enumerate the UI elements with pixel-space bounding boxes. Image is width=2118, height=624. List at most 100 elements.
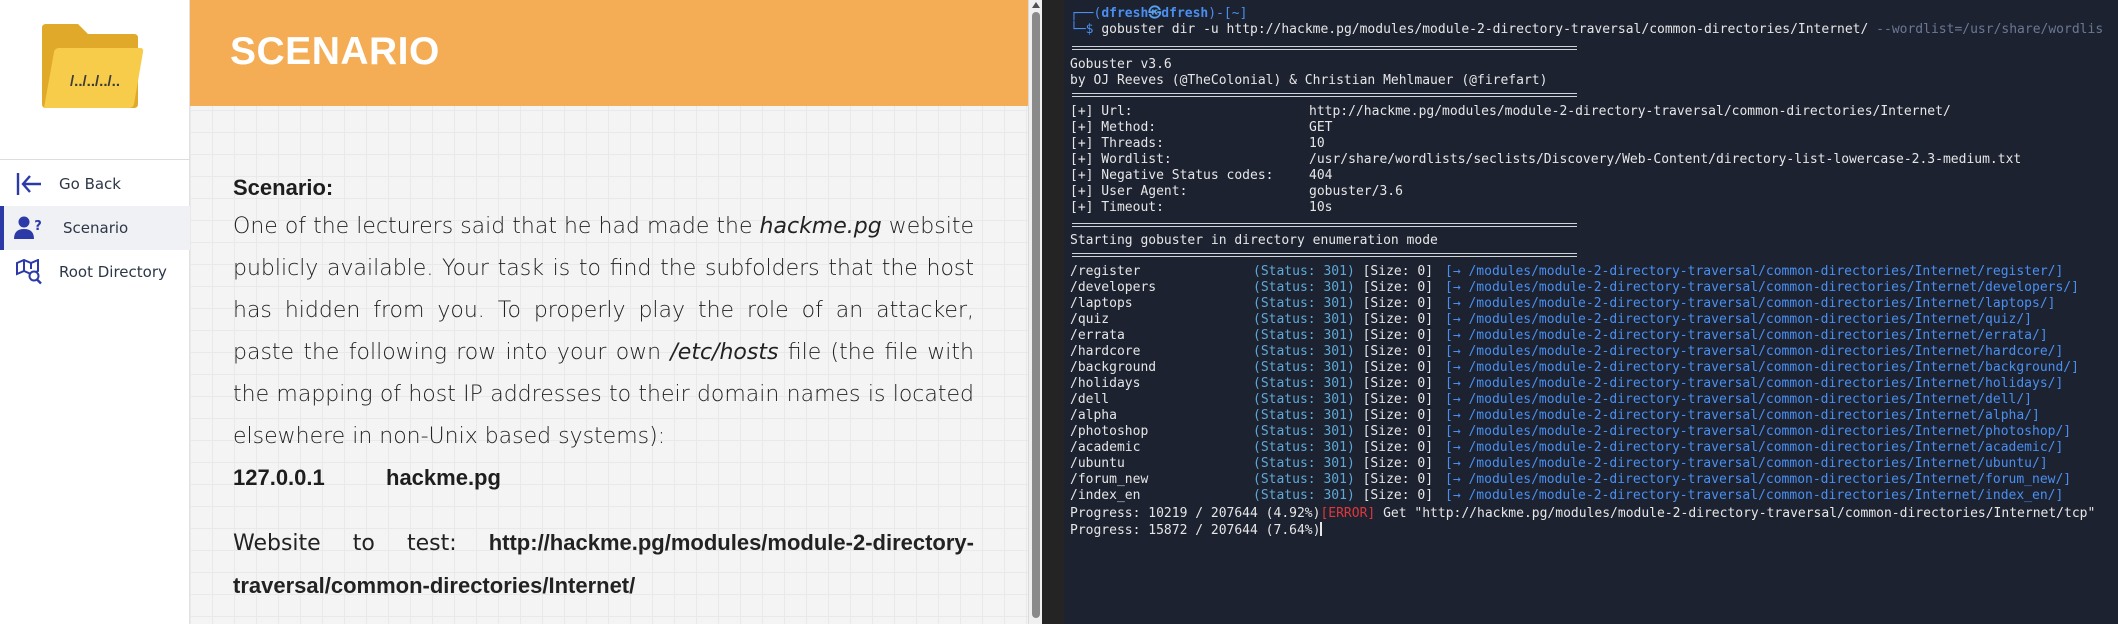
starting-message: Starting gobuster in directory enumerati… <box>1070 233 1438 248</box>
result-status: (Status: 301) [Size: 0] <box>1253 440 1434 455</box>
result-path: /alpha <box>1070 408 1117 423</box>
hosts-domain: hackme.pg <box>386 465 501 490</box>
config-row: [+] Method: GET <box>1070 120 1332 136</box>
scrollbar[interactable] <box>1028 0 1042 624</box>
result-row: /ubuntu (Status: 301) [Size: 0] [→ /module… <box>1070 456 2048 472</box>
sidebar-item-scenario[interactable]: ? Scenario <box>0 206 190 250</box>
map-search-icon <box>14 257 44 287</box>
result-path: /index_en <box>1070 488 1141 503</box>
progress-line: Progress: 15872 / 207644 (7.64%) <box>1070 522 1323 538</box>
config-key: [+] Negative Status codes: <box>1070 168 1274 183</box>
app-window: /../../../.. Go Back ? Scenario Root Dir… <box>0 0 1028 624</box>
scroll-thumb[interactable] <box>1032 12 1040 618</box>
result-row: /index_en (Status: 301) [Size: 0] [→ /modu… <box>1070 488 2063 504</box>
result-path: /register <box>1070 264 1141 279</box>
sidebar-item-go-back[interactable]: Go Back <box>0 162 190 206</box>
config-row: [+] User Agent: gobuster/3.6 <box>1070 184 1403 200</box>
progress-text: Progress: 15872 / 207644 (7.64%) <box>1070 523 1321 538</box>
page-title: SCENARIO <box>230 30 440 73</box>
result-path: /laptops <box>1070 296 1133 311</box>
result-redirect: [→ /modules/module-2-directory-traversal… <box>1445 424 2072 439</box>
svg-text:/../../../..: /../../../.. <box>70 73 120 90</box>
sidebar-item-label: Root Directory <box>59 263 167 281</box>
result-status: (Status: 301) [Size: 0] <box>1253 328 1434 343</box>
result-path: /photoshop <box>1070 424 1149 439</box>
result-path: /hardcore <box>1070 344 1141 359</box>
command-line: └─$ gobuster dir -u http://hackme.pg/mod… <box>1070 22 2103 38</box>
result-status: (Status: 301) [Size: 0] <box>1253 296 1434 311</box>
separator <box>1072 223 1577 227</box>
skull-icon: ㉿ <box>1148 6 1162 21</box>
result-row: /register (Status: 301) [Size: 0] [→ /modu… <box>1070 264 2063 280</box>
prompt-suffix: )-[~] <box>1208 6 1248 21</box>
result-redirect: [→ /modules/module-2-directory-traversal… <box>1445 280 2079 295</box>
config-value: 10s <box>1309 200 1333 215</box>
separator <box>1072 93 1577 97</box>
result-row: /errata (Status: 301) [Size: 0] [→ /module… <box>1070 328 2048 344</box>
window-divider <box>1042 0 1064 624</box>
prompt-user: dfresh <box>1101 6 1149 21</box>
result-status: (Status: 301) [Size: 0] <box>1253 360 1434 375</box>
config-row: [+] Url: http://hackme.pg/modules/module-… <box>1070 104 1951 120</box>
result-redirect: [→ /modules/module-2-directory-traversal… <box>1445 408 2040 423</box>
result-row: /developers (Status: 301) [Size: 0] [→ /mo… <box>1070 280 2079 296</box>
result-row: /academic (Status: 301) [Size: 0] [→ /modu… <box>1070 440 2063 456</box>
result-row: /hardcore (Status: 301) [Size: 0] [→ /modu… <box>1070 344 2063 360</box>
config-key: [+] Threads: <box>1070 136 1164 151</box>
command-wordlist: --wordlist=/usr/share/wordlis <box>1876 22 2104 37</box>
svg-text:?: ? <box>34 219 42 234</box>
error-text: Get "http://hackme.pg/modules/module-2-d… <box>1375 506 2096 521</box>
scroll-up-arrow-icon[interactable] <box>1032 2 1040 8</box>
prompt-arrow: └─$ <box>1070 22 1102 37</box>
result-redirect: [→ /modules/module-2-directory-traversal… <box>1445 360 2079 375</box>
result-status: (Status: 301) [Size: 0] <box>1253 376 1434 391</box>
sidebar-item-root-directory[interactable]: Root Directory <box>0 250 190 294</box>
result-path: /academic <box>1070 440 1141 455</box>
result-status: (Status: 301) [Size: 0] <box>1253 488 1434 503</box>
result-status: (Status: 301) [Size: 0] <box>1253 312 1434 327</box>
hosts-ip: 127.0.0.1 <box>233 465 325 490</box>
progress-text: Progress: 10219 / 207644 (4.92%) <box>1070 506 1321 521</box>
prompt-prefix: ┌──( <box>1070 6 1102 21</box>
config-row: [+] Threads: 10 <box>1070 136 1325 152</box>
result-path: /errata <box>1070 328 1125 343</box>
result-status: (Status: 301) [Size: 0] <box>1253 408 1434 423</box>
config-row: [+] Negative Status codes: 404 <box>1070 168 1332 184</box>
prompt-host: dfresh <box>1161 6 1209 21</box>
config-value: gobuster/3.6 <box>1309 184 1403 199</box>
config-row: [+] Wordlist: /usr/share/wordlists/seclis… <box>1070 152 2021 168</box>
result-row: /holidays (Status: 301) [Size: 0] [→ /modu… <box>1070 376 2063 392</box>
config-key: [+] Url: <box>1070 104 1133 119</box>
result-status: (Status: 301) [Size: 0] <box>1253 344 1434 359</box>
scenario-description: One of the lecturers said that he had ma… <box>233 206 974 458</box>
result-redirect: [→ /modules/module-2-directory-traversal… <box>1445 312 2033 327</box>
result-redirect: [→ /modules/module-2-directory-traversal… <box>1445 376 2064 391</box>
banner-authors: by OJ Reeves (@TheColonial) & Christian … <box>1070 73 1548 88</box>
result-redirect: [→ /modules/module-2-directory-traversal… <box>1445 440 2064 455</box>
config-value: http://hackme.pg/modules/module-2-direct… <box>1309 104 1951 119</box>
result-redirect: [→ /modules/module-2-directory-traversal… <box>1445 472 2072 487</box>
page-header: SCENARIO <box>190 0 1028 106</box>
config-key: [+] Timeout: <box>1070 200 1164 215</box>
result-status: (Status: 301) [Size: 0] <box>1253 264 1434 279</box>
result-redirect: [→ /modules/module-2-directory-traversal… <box>1445 328 2048 343</box>
terminal-window[interactable]: ┌──(dfresh㉿dfresh)-[~] └─$ gobuster dir … <box>1064 0 2118 624</box>
main-content: SCENARIO Scenario: One of the lecturers … <box>190 0 1028 624</box>
banner-version: Gobuster v3.6 <box>1070 57 1172 72</box>
hosts-entry: 127.0.0.1 hackme.pg <box>233 458 974 498</box>
folder-logo-icon: /../../../.. <box>42 24 144 108</box>
result-redirect: [→ /modules/module-2-directory-traversal… <box>1445 392 2033 407</box>
website-label: Website to test: <box>233 531 489 556</box>
config-key: [+] User Agent: <box>1070 184 1188 199</box>
terminal-cursor <box>1320 522 1323 536</box>
result-path: /developers <box>1070 280 1157 295</box>
result-redirect: [→ /modules/module-2-directory-traversal… <box>1445 488 2064 503</box>
prompt-line: ┌──(dfresh㉿dfresh)-[~] <box>1070 6 1247 22</box>
separator <box>1072 253 1577 257</box>
config-row: [+] Timeout: 10s <box>1070 200 1332 216</box>
result-row: /alpha (Status: 301) [Size: 0] [→ /modules… <box>1070 408 2040 424</box>
site-name: hackme.pg <box>759 214 882 239</box>
result-redirect: [→ /modules/module-2-directory-traversal… <box>1445 456 2048 471</box>
config-value: 404 <box>1309 168 1333 183</box>
scenario-heading: Scenario: <box>233 175 334 200</box>
